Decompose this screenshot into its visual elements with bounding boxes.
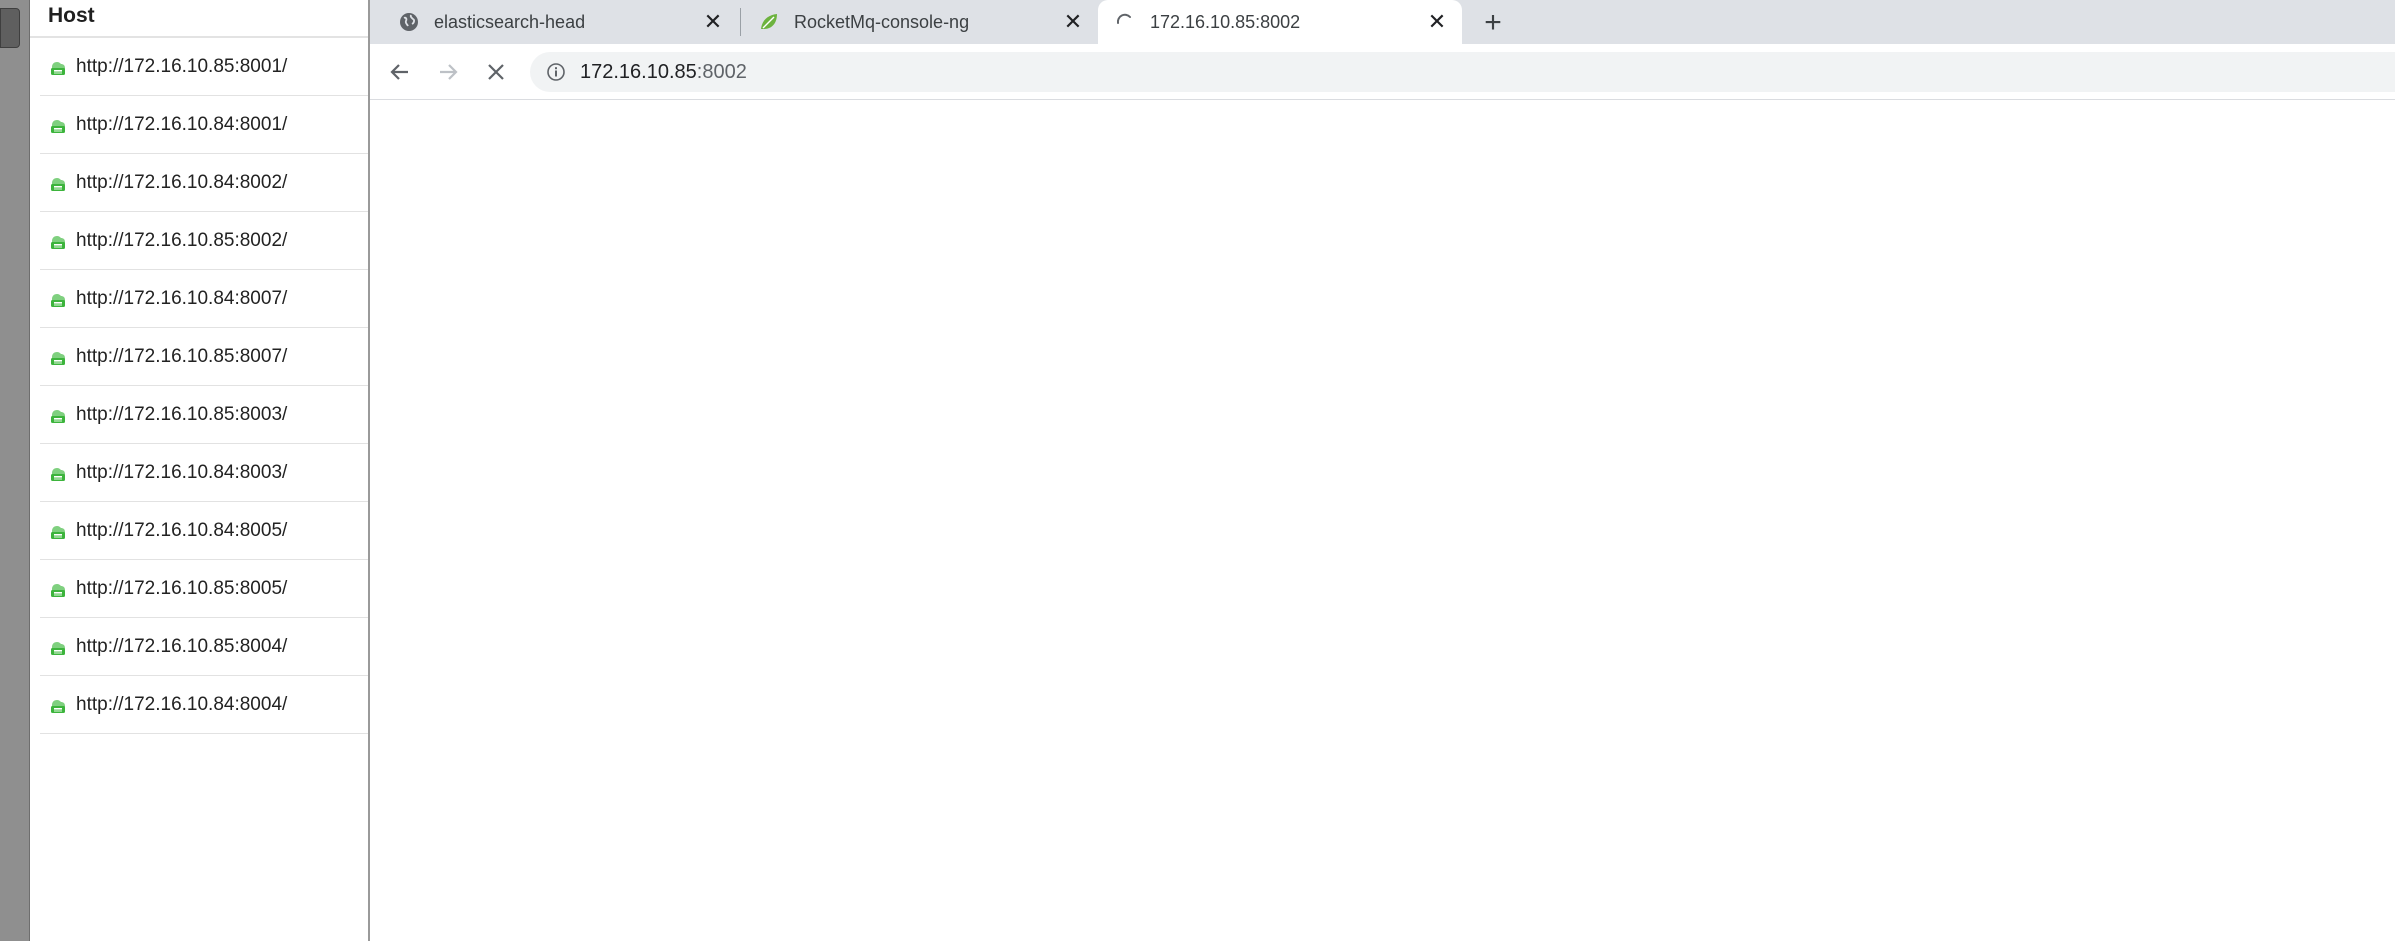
host-list-item[interactable]: http://172.16.10.84:8001/: [40, 96, 368, 154]
new-tab-button[interactable]: +: [1476, 6, 1510, 40]
url-port: :8002: [696, 60, 747, 83]
host-url: http://172.16.10.85:8002/: [76, 229, 288, 251]
host-url: http://172.16.10.84:8004/: [76, 693, 288, 715]
green-cloud-server-icon: [51, 409, 65, 423]
host-url: http://172.16.10.85:8003/: [76, 403, 288, 425]
green-cloud-server-icon: [51, 699, 65, 713]
host-list-item[interactable]: http://172.16.10.85:8001/: [40, 38, 368, 96]
close-tab-icon[interactable]: ✕: [700, 9, 726, 35]
host-list-item[interactable]: http://172.16.10.85:8005/: [40, 560, 368, 618]
close-tab-icon[interactable]: ✕: [1424, 9, 1450, 35]
loading-spinner-icon: [1116, 13, 1131, 24]
green-cloud-server-icon: [51, 467, 65, 481]
green-cloud-server-icon: [51, 235, 65, 249]
tab-strip: elasticsearch-head ✕ RocketMq-console-ng…: [370, 0, 2395, 44]
green-cloud-server-icon: [51, 641, 65, 655]
tab-title: RocketMq-console-ng: [794, 11, 970, 32]
address-bar[interactable]: 172.16.10.85:8002: [530, 52, 2395, 92]
host-list-item[interactable]: http://172.16.10.84:8003/: [40, 444, 368, 502]
green-cloud-server-icon: [51, 61, 65, 75]
host-column-header: Host: [30, 0, 368, 38]
green-cloud-server-icon: [51, 583, 65, 597]
host-list-item[interactable]: http://172.16.10.84:8002/: [40, 154, 368, 212]
green-cloud-server-icon: [51, 293, 65, 307]
host-url: http://172.16.10.84:8002/: [76, 171, 288, 193]
strip-handle[interactable]: [0, 8, 20, 48]
info-icon[interactable]: [546, 62, 566, 82]
host-url: http://172.16.10.84:8007/: [76, 287, 288, 309]
host-list: http://172.16.10.85:8001/ http://172.16.…: [40, 38, 368, 734]
arrow-left-icon: [390, 64, 408, 80]
tab-elasticsearch-head[interactable]: elasticsearch-head ✕: [382, 0, 738, 44]
back-button[interactable]: [382, 54, 418, 90]
tab-separator: [740, 8, 741, 36]
tab-title: elasticsearch-head: [434, 11, 586, 32]
host-list-item[interactable]: http://172.16.10.84:8005/: [40, 502, 368, 560]
tab-title: 172.16.10.85:8002: [1150, 11, 1301, 32]
globe-icon: [400, 13, 418, 31]
close-icon: [488, 64, 504, 80]
host-list-item[interactable]: http://172.16.10.85:8007/: [40, 328, 368, 386]
host-url: http://172.16.10.85:8004/: [76, 635, 288, 657]
page-viewport[interactable]: [370, 100, 2395, 941]
arrow-right-icon: [440, 64, 458, 80]
host-list-item[interactable]: http://172.16.10.85:8002/: [40, 212, 368, 270]
tab-rocketmq-console[interactable]: RocketMq-console-ng ✕: [742, 0, 1098, 44]
green-cloud-server-icon: [51, 351, 65, 365]
green-cloud-server-icon: [51, 119, 65, 133]
host-list-item[interactable]: http://172.16.10.84:8004/: [40, 676, 368, 734]
green-cloud-server-icon: [51, 177, 65, 191]
url-host: 172.16.10.85: [580, 60, 697, 83]
forward-button[interactable]: [430, 54, 466, 90]
spring-leaf-icon: [761, 14, 777, 29]
browser-toolbar: 172.16.10.85:8002: [370, 44, 2395, 100]
close-tab-icon[interactable]: ✕: [1060, 9, 1086, 35]
host-panel: Host http://172.16.10.85:8001/ http://17…: [30, 0, 368, 941]
host-url: http://172.16.10.84:8005/: [76, 519, 288, 541]
host-list-item[interactable]: http://172.16.10.85:8003/: [40, 386, 368, 444]
host-url: http://172.16.10.85:8001/: [76, 55, 288, 77]
browser-window: elasticsearch-head ✕ RocketMq-console-ng…: [368, 0, 2395, 941]
tab-active-172-16-10-85-8002[interactable]: 172.16.10.85:8002 ✕: [1098, 0, 1462, 44]
host-url: http://172.16.10.85:8005/: [76, 577, 288, 599]
green-cloud-server-icon: [51, 525, 65, 539]
host-list-item[interactable]: http://172.16.10.84:8007/: [40, 270, 368, 328]
stop-loading-button[interactable]: [478, 54, 514, 90]
left-window-strip: [0, 0, 30, 941]
host-url: http://172.16.10.85:8007/: [76, 345, 288, 367]
host-url: http://172.16.10.84:8001/: [76, 113, 288, 135]
host-list-item[interactable]: http://172.16.10.85:8004/: [40, 618, 368, 676]
host-url: http://172.16.10.84:8003/: [76, 461, 288, 483]
